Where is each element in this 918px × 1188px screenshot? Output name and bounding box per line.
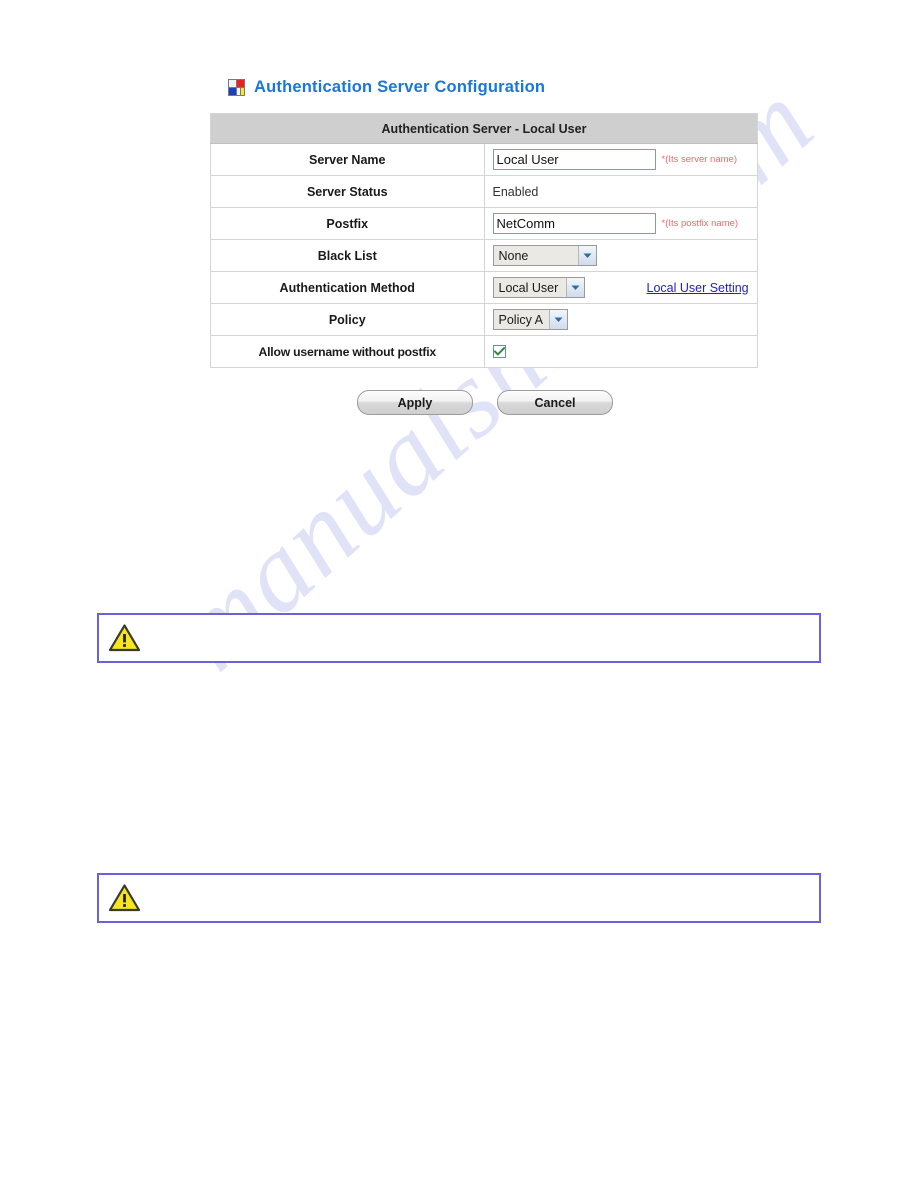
server-status-value: Enabled (492, 184, 539, 199)
label-black-list: Black List (210, 239, 485, 272)
form-actions: Apply Cancel (357, 390, 613, 415)
policy-select-value: Policy A (493, 310, 549, 329)
postfix-hint: *(Its postfix name) (661, 218, 739, 229)
table-header-row: Authentication Server - Local User (210, 113, 758, 144)
authentication-method-select-value: Local User (493, 278, 566, 297)
server-name-input[interactable]: Local User (492, 149, 656, 170)
policy-select[interactable]: Policy A (492, 309, 568, 330)
page-title-text: Authentication Server Configuration (254, 78, 546, 96)
value-postfix: NetComm *(Its postfix name) (483, 207, 758, 240)
auth-server-config-table: Authentication Server - Local User Serve… (210, 113, 758, 368)
authentication-method-select[interactable]: Local User (492, 277, 585, 298)
warning-triangle-icon (108, 883, 141, 913)
note-box-2 (97, 873, 821, 923)
allow-username-without-postfix-checkbox[interactable] (492, 345, 506, 358)
table-row-postfix: Postfix NetComm *(Its postfix name) (210, 207, 758, 240)
chevron-down-icon (548, 310, 567, 329)
page-title: Authentication Server Configuration (228, 78, 545, 97)
black-list-select[interactable]: None (492, 245, 597, 266)
postfix-input[interactable]: NetComm (492, 213, 656, 234)
chevron-down-icon (577, 246, 596, 265)
table-row-server-status: Server Status Enabled (210, 175, 758, 208)
table-row-server-name: Server Name Local User *(Its server name… (210, 143, 758, 176)
value-allow-username-without-postfix (483, 335, 758, 368)
label-postfix: Postfix (210, 207, 485, 240)
table-row-policy: Policy Policy A (210, 303, 758, 336)
value-policy: Policy A (483, 303, 758, 336)
table-row-black-list: Black List None (210, 239, 758, 272)
value-black-list: None (483, 239, 758, 272)
label-allow-username-without-postfix: Allow username without postfix (210, 335, 485, 368)
checkmark-icon (493, 347, 505, 356)
label-server-status: Server Status (210, 175, 485, 208)
label-authentication-method: Authentication Method (210, 271, 485, 304)
table-row-authentication-method: Authentication Method Local User Local U… (210, 271, 758, 304)
label-server-name: Server Name (210, 143, 485, 176)
value-server-name: Local User *(Its server name) (483, 143, 758, 176)
local-user-setting-link[interactable]: Local User Setting (647, 281, 749, 295)
mondrian-grid-icon (228, 79, 245, 96)
warning-triangle-icon (108, 623, 141, 653)
apply-button[interactable]: Apply (357, 390, 473, 415)
label-policy: Policy (210, 303, 485, 336)
cancel-button[interactable]: Cancel (497, 390, 613, 415)
table-row-allow-username-without-postfix: Allow username without postfix (210, 335, 758, 368)
black-list-select-value: None (493, 246, 578, 265)
value-server-status: Enabled (483, 175, 758, 208)
table-header-title: Authentication Server - Local User (210, 113, 758, 144)
note-box-1 (97, 613, 821, 663)
value-authentication-method: Local User Local User Setting (483, 271, 758, 304)
chevron-down-icon (565, 278, 584, 297)
server-name-hint: *(Its server name) (661, 154, 738, 165)
